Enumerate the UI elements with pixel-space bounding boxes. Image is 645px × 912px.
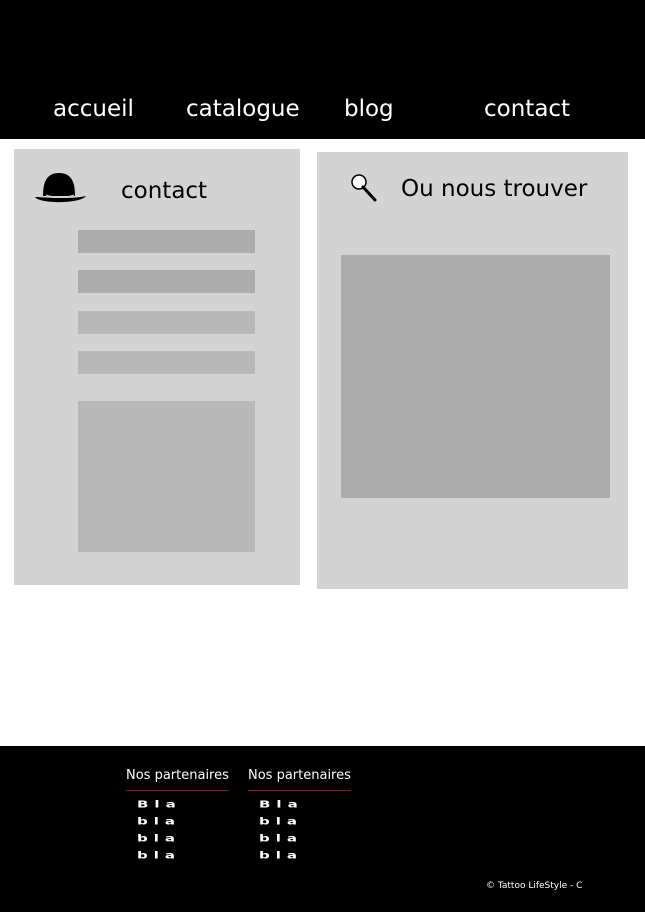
header-nav-bar: accueil catalogue blog contact <box>0 0 645 139</box>
location-panel: Ou nous trouver <box>317 152 628 589</box>
map-placeholder[interactable] <box>341 255 610 498</box>
partner-line[interactable]: bla <box>259 850 303 861</box>
partner-line[interactable]: bla <box>259 816 303 827</box>
partners-divider <box>126 790 229 791</box>
location-title: Ou nous trouver <box>401 176 588 202</box>
firstname-input[interactable] <box>78 270 255 293</box>
message-textarea[interactable] <box>78 401 255 552</box>
magnifier-icon <box>349 172 379 204</box>
partner-line[interactable]: bla <box>137 816 181 827</box>
contact-title: contact <box>121 178 208 204</box>
nav-item-catalogue[interactable]: catalogue <box>186 95 300 123</box>
partners-divider <box>248 790 351 791</box>
nav-item-blog[interactable]: blog <box>344 95 394 123</box>
partner-line[interactable]: Bla <box>137 799 182 810</box>
footer: Nos partenaires Bla bla bla bla Nos part… <box>0 746 645 912</box>
nav-item-accueil[interactable]: accueil <box>53 95 134 123</box>
nav-item-contact[interactable]: contact <box>484 95 570 123</box>
subject-input[interactable] <box>78 351 255 374</box>
partner-line[interactable]: bla <box>259 833 303 844</box>
email-input[interactable] <box>78 311 255 334</box>
partner-line[interactable]: bla <box>137 833 181 844</box>
partners-title: Nos partenaires <box>126 768 229 783</box>
contact-panel: contact <box>14 149 300 585</box>
partner-line[interactable]: Bla <box>259 799 304 810</box>
copyright-text: © Tattoo LifeStyle - C <box>486 881 583 891</box>
bowler-hat-icon <box>34 171 88 205</box>
partners-title: Nos partenaires <box>248 768 351 783</box>
partner-line[interactable]: bla <box>137 850 181 861</box>
name-input[interactable] <box>78 230 255 253</box>
